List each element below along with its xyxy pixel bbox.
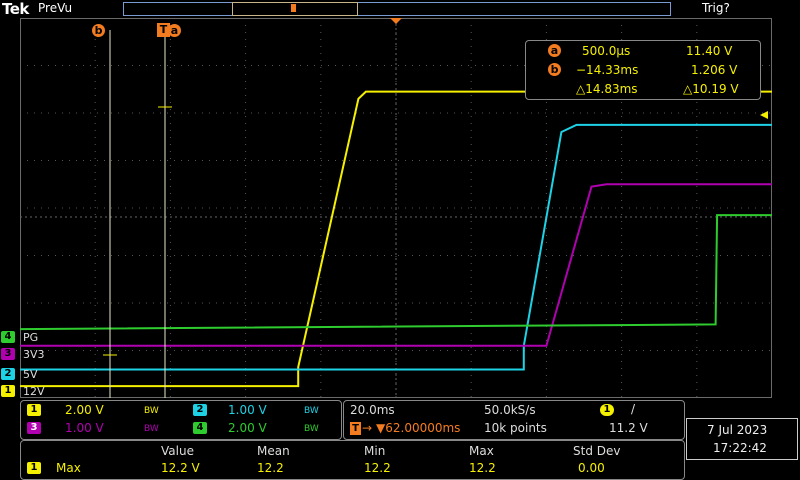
time-display: 17:22:42 (713, 441, 767, 455)
cursor-a-value: 11.40 V (686, 44, 733, 58)
trigger-level-marker (760, 111, 768, 119)
meas-type: Max (56, 461, 81, 475)
datetime-panel: 7 Jul 2023 17:22:42 (686, 418, 798, 460)
meas-value: 12.2 V (161, 461, 200, 475)
ch4-bw-limit: BW (304, 424, 319, 434)
cursor-b-badge: b (548, 63, 561, 76)
ch3-ground-marker[interactable]: 3 (1, 348, 15, 360)
ch4-badge[interactable]: 4 (193, 422, 207, 434)
record-length: 10k points (484, 421, 547, 435)
cursor-delta-time: △14.83ms (576, 82, 638, 96)
meas-mean: 12.2 (257, 461, 284, 475)
meas-stddev: 0.00 (578, 461, 605, 475)
timebase-trigger-panel: 20.0ms 50.0kS/s T → ▼62.00000ms 10k poin… (343, 400, 685, 440)
ch3-bw-limit: BW (144, 424, 159, 434)
cursor-readout-panel: a 500.0µs 11.40 V b −14.33ms 1.206 V △14… (525, 40, 761, 100)
trigger-source-badge[interactable]: 1 (600, 404, 614, 416)
measurement-panel: Value Mean Min Max Std Dev 1 Max 12.2 V … (20, 440, 685, 480)
ch1-scale[interactable]: 2.00 V (65, 403, 104, 417)
top-status-bar: Tek PreVu Trig? (0, 0, 800, 18)
trigger-position-icon: T (350, 422, 361, 435)
ch4-label: PG (23, 331, 39, 344)
trace-5v (20, 123, 772, 371)
ch1-ground-marker[interactable]: 1 (1, 385, 15, 397)
meas-max: 12.2 (469, 461, 496, 475)
ch1-badge[interactable]: 1 (27, 404, 41, 416)
trigger-level[interactable]: 11.2 V (609, 421, 648, 435)
cursor-b-value: 1.206 V (691, 63, 738, 77)
meas-header-stddev: Std Dev (573, 444, 621, 458)
cursor-a-badge: a (548, 44, 561, 57)
ch3-scale[interactable]: 1.00 V (65, 421, 104, 435)
ch2-label: 5V (23, 368, 38, 381)
meas-header-mean: Mean (257, 444, 290, 458)
meas-header-value: Value (161, 444, 194, 458)
cursor-delta-value: △10.19 V (683, 82, 739, 96)
trigger-arrow-icon: → (362, 421, 373, 435)
record-overview-bar[interactable] (123, 2, 671, 16)
ch3-badge[interactable]: 3 (27, 422, 41, 434)
date-display: 7 Jul 2023 (707, 423, 768, 437)
ch2-scale[interactable]: 1.00 V (228, 403, 267, 417)
trigger-status: Trig? (702, 1, 730, 15)
ch4-ground-marker[interactable]: 4 (1, 331, 15, 343)
tek-logo: Tek (2, 0, 29, 18)
meas-min: 12.2 (364, 461, 391, 475)
ch1-label: 12V (23, 385, 45, 398)
trigger-position-marker (291, 4, 296, 12)
meas-header-min: Min (364, 444, 386, 458)
acquisition-status: PreVu (38, 1, 73, 15)
cursor-b-time: −14.33ms (576, 63, 639, 77)
cursor-a-time: 500.0µs (582, 44, 631, 58)
sample-rate: 50.0kS/s (484, 403, 536, 417)
meas-header-max: Max (469, 444, 494, 458)
time-per-division[interactable]: 20.0ms (350, 403, 395, 417)
meas-source-badge[interactable]: 1 (27, 462, 41, 474)
trigger-time-marker (390, 18, 402, 24)
channel-settings-panel: 1 2.00 V BW 2 1.00 V BW 3 1.00 V BW 4 2.… (20, 400, 342, 440)
ch4-scale[interactable]: 2.00 V (228, 421, 267, 435)
ch2-badge[interactable]: 2 (193, 404, 207, 416)
cursor-a-label[interactable]: a (168, 24, 181, 37)
cursor-b-label[interactable]: b (92, 24, 105, 37)
ch2-bw-limit: BW (304, 406, 319, 416)
trigger-position[interactable]: ▼62.00000ms (376, 421, 460, 435)
ch1-bw-limit: BW (144, 406, 159, 416)
trigger-slope-icon: / (631, 402, 636, 416)
ch3-label: 3V3 (23, 348, 45, 361)
ch2-ground-marker[interactable]: 2 (1, 368, 15, 380)
